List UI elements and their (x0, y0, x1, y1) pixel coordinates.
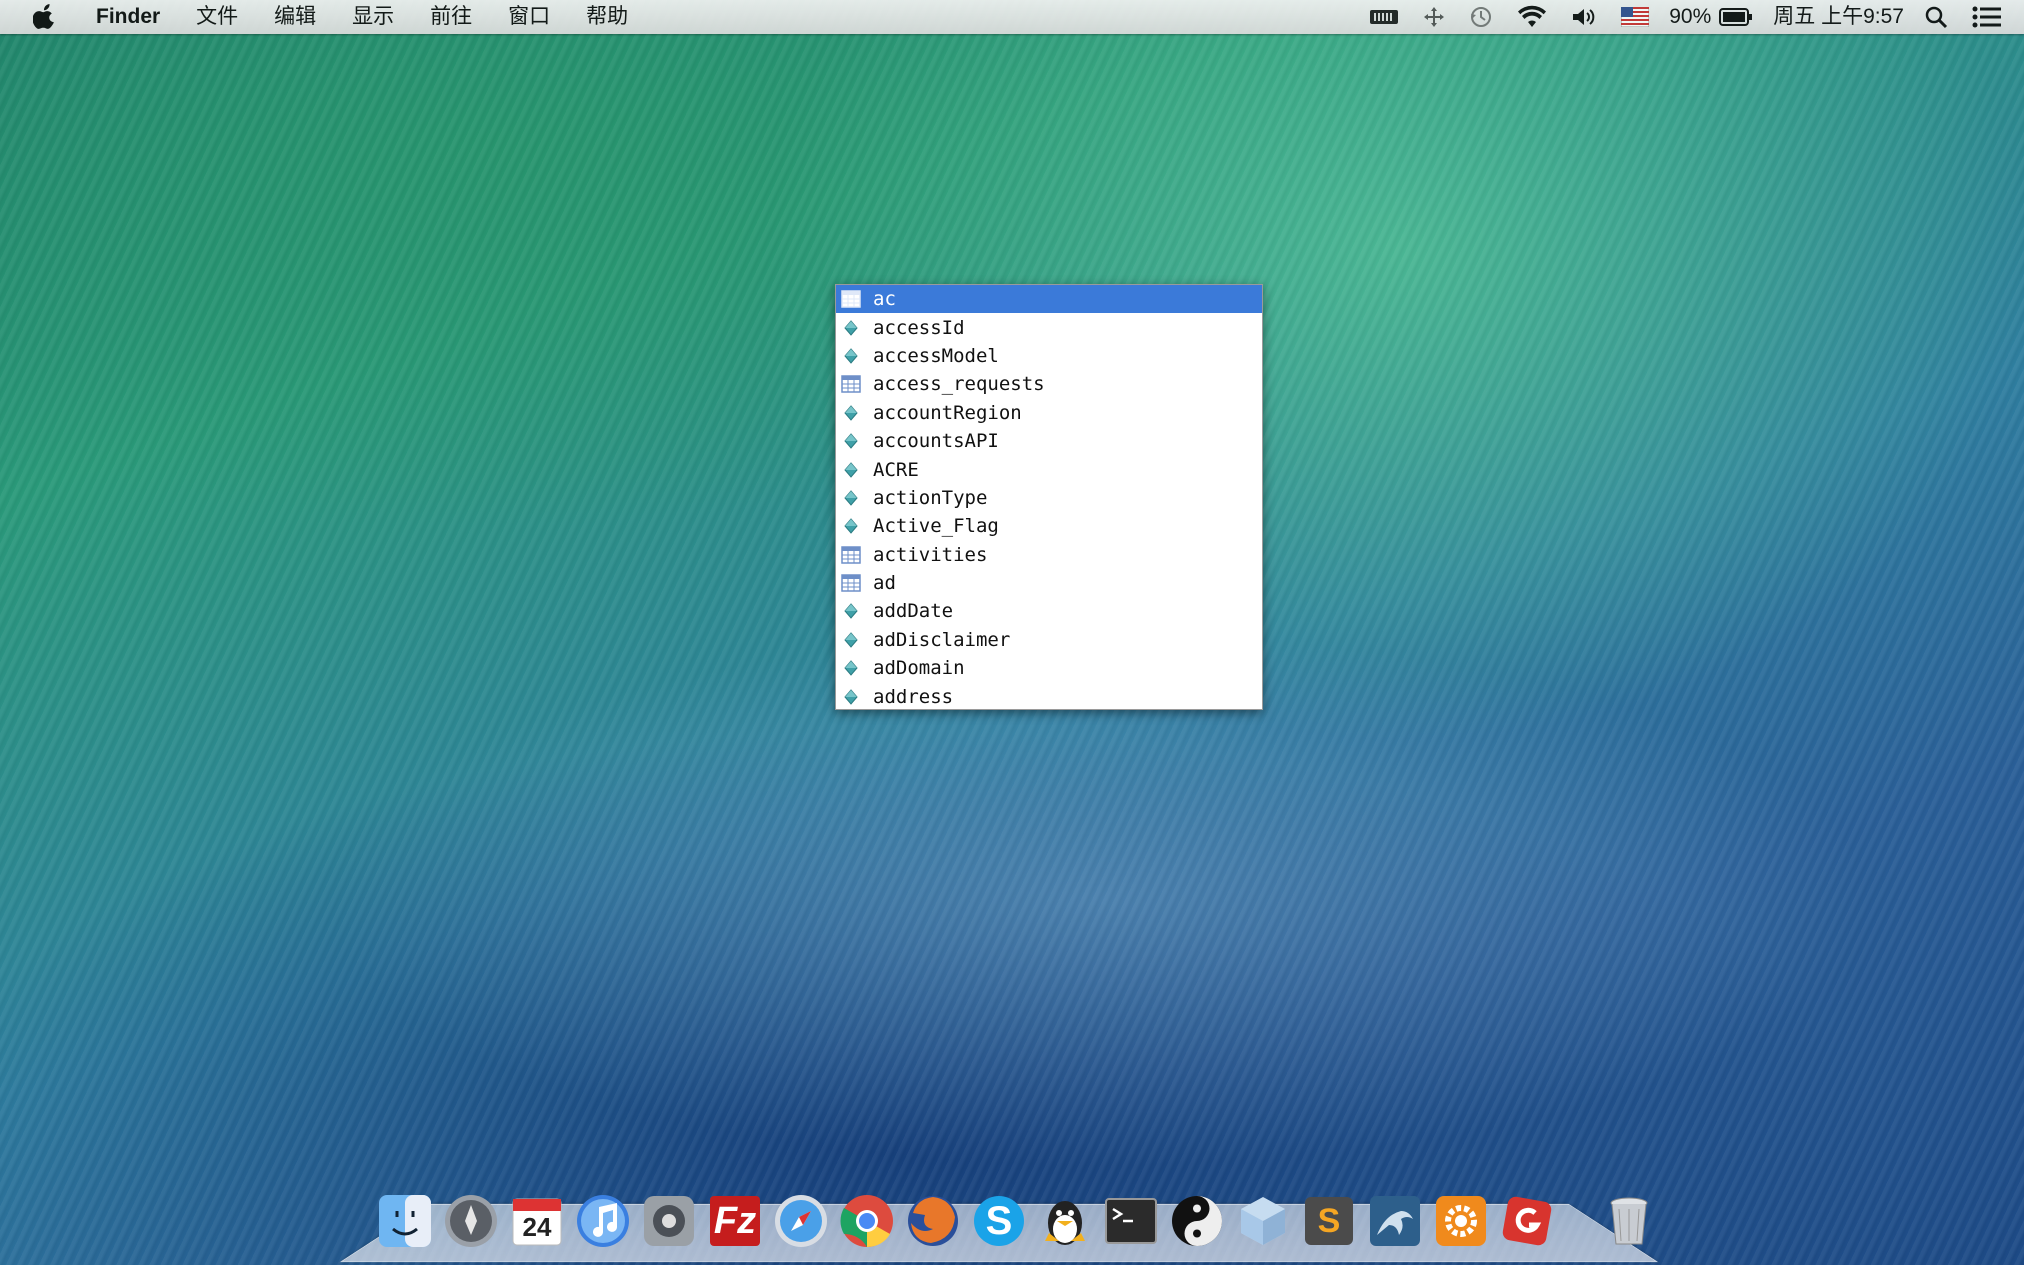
autocomplete-item[interactable]: Active_Flag (836, 512, 1262, 540)
volume-icon[interactable] (1571, 0, 1597, 34)
battery-percent: 90% (1669, 5, 1712, 28)
chrome-icon[interactable] (838, 1192, 896, 1250)
table-icon (841, 289, 861, 309)
menu-window[interactable]: 窗口 (490, 0, 568, 34)
column-icon (841, 658, 861, 678)
autocomplete-item[interactable]: ACRE (836, 455, 1262, 483)
column-icon (841, 630, 861, 650)
dock: 24 Fz S S (372, 1180, 1662, 1250)
menu-go[interactable]: 前往 (412, 0, 490, 34)
menu-view[interactable]: 显示 (334, 0, 412, 34)
battery-icon[interactable] (1719, 0, 1753, 34)
column-icon (841, 318, 861, 338)
sublime-text-icon[interactable]: S (1300, 1192, 1358, 1250)
memory-monitor-icon[interactable] (1369, 0, 1399, 34)
autocomplete-item[interactable]: ad (836, 569, 1262, 597)
column-icon (841, 516, 861, 536)
autocomplete-item[interactable]: actionType (836, 484, 1262, 512)
menu-app-finder[interactable]: Finder (90, 0, 178, 34)
menu-edit[interactable]: 编辑 (256, 0, 334, 34)
autocomplete-item[interactable]: ac (836, 285, 1262, 314)
column-icon (841, 601, 861, 621)
autocomplete-item[interactable]: adDomain (836, 654, 1262, 682)
autocomplete-item[interactable]: adDisclaimer (836, 626, 1262, 654)
autocomplete-item[interactable]: accessModel (836, 342, 1262, 370)
mysql-workbench-icon[interactable] (1366, 1192, 1424, 1250)
git-client-icon[interactable] (1498, 1192, 1556, 1250)
autocomplete-item[interactable]: address (836, 682, 1262, 710)
launchpad-icon[interactable] (442, 1192, 500, 1250)
column-icon (841, 488, 861, 508)
filezilla-icon[interactable]: Fz (706, 1192, 764, 1250)
autocomplete-item[interactable]: accessId (836, 313, 1262, 341)
terminal-icon[interactable] (1102, 1192, 1160, 1250)
autocomplete-item[interactable]: accountRegion (836, 399, 1262, 427)
apple-menu-icon[interactable] (30, 2, 60, 32)
skype-glyph: S (985, 1198, 1013, 1243)
firefox-icon[interactable] (904, 1192, 962, 1250)
autocomplete-item[interactable]: addDate (836, 597, 1262, 625)
autocomplete-item[interactable]: activities (836, 541, 1262, 569)
column-icon (841, 346, 861, 366)
cube-app-icon[interactable] (1234, 1192, 1292, 1250)
calendar-day: 24 (522, 1212, 552, 1242)
menu-clock[interactable]: 周五 上午9:57 (1773, 0, 1904, 34)
time-machine-icon[interactable] (1469, 0, 1493, 34)
input-source-flag-icon[interactable] (1621, 0, 1650, 34)
wifi-icon[interactable] (1517, 0, 1547, 34)
itunes-icon[interactable] (574, 1192, 632, 1250)
table-icon (841, 374, 861, 394)
filezilla-glyph: Fz (713, 1199, 757, 1242)
menu-bar: Finder 文件 编辑 显示 前往 窗口 帮助 90% 周五 上午9:57 (0, 0, 2024, 34)
column-icon (841, 431, 861, 451)
menu-file[interactable]: 文件 (178, 0, 256, 34)
yinyang-icon[interactable] (1168, 1192, 1226, 1250)
safari-icon[interactable] (772, 1192, 830, 1250)
notification-center-icon[interactable] (1972, 0, 2002, 34)
calendar-icon[interactable]: 24 (508, 1192, 566, 1250)
autocomplete-popup: ac accessId accessModel access_requests … (835, 284, 1263, 710)
autocomplete-item[interactable]: accountsAPI (836, 427, 1262, 455)
table-icon (841, 573, 861, 593)
sublime-glyph: S (1317, 1201, 1341, 1240)
spotlight-search-icon[interactable] (1924, 0, 1948, 34)
qq-icon[interactable] (1036, 1192, 1094, 1250)
column-icon (841, 687, 861, 707)
table-icon (841, 545, 861, 565)
column-icon (841, 403, 861, 423)
system-preferences-icon[interactable] (640, 1192, 698, 1250)
menu-help[interactable]: 帮助 (568, 0, 646, 34)
column-icon (841, 460, 861, 480)
move-arrows-icon[interactable] (1423, 0, 1445, 34)
trash-icon[interactable] (1600, 1192, 1658, 1250)
settings-gear-icon[interactable] (1432, 1192, 1490, 1250)
skype-icon[interactable]: S (970, 1192, 1028, 1250)
finder-icon[interactable] (376, 1192, 434, 1250)
autocomplete-item[interactable]: access_requests (836, 370, 1262, 398)
